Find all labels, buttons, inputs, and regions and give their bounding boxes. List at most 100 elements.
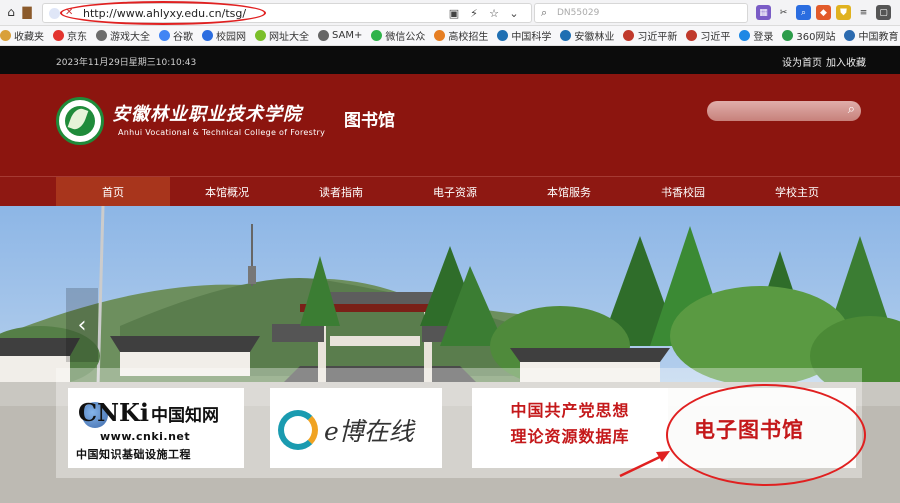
college-title-en: Anhui Vocational & Technical College of … — [118, 128, 326, 137]
bookmark-item[interactable]: 安徽林业 — [560, 28, 614, 43]
search-icon[interactable]: ⌕ — [848, 102, 855, 117]
bookmark-label: 中国教育 — [858, 32, 899, 43]
bookmark-item[interactable]: 360网站 — [782, 28, 835, 43]
search-icon: ⌕ — [541, 6, 548, 19]
bookmark-favicon-icon — [623, 30, 635, 41]
cnki-logo-latin: CNKi — [78, 398, 150, 427]
window-icon[interactable]: ▢ — [876, 5, 891, 20]
bookmark-item[interactable]: 校园网 — [202, 28, 246, 43]
main-nav: 首页 本馆概况 读者指南 电子资源 本馆服务 书香校园 学校主页 — [0, 176, 900, 207]
bookmark-favicon-icon — [686, 30, 698, 41]
security-icon[interactable]: ✕ — [65, 7, 73, 18]
bookmark-label: 收藏夹 — [14, 32, 44, 43]
bookmarks-bar: 收藏夹 京东 游戏大全 谷歌 校园网 网址大全 SAM+ 微信公众 高校招生 中国科学 安徽林业 习近… — [0, 26, 900, 46]
scissors-icon[interactable]: ✂ — [776, 5, 791, 20]
home-icon[interactable]: ⌂ — [4, 5, 18, 19]
bookmark-favicon-icon — [202, 30, 213, 41]
bookmark-label: SAM+ — [332, 30, 363, 41]
bag-icon[interactable]: ▇ — [20, 5, 34, 19]
college-title-cn: 安徽林业职业技术学院 — [112, 104, 302, 125]
resource-links: CNKi 中国知网 www.cnki.net 中国知识基础设施工程 e博在线 中… — [56, 368, 862, 478]
magnifier-icon[interactable]: ⌕ — [796, 5, 811, 20]
bookmark-label: 微信公众 — [385, 32, 426, 43]
bookmark-label: 习近平新 — [637, 32, 678, 43]
nav-item[interactable]: 电子资源 — [398, 177, 512, 207]
bookmark-favicon-icon — [782, 30, 794, 41]
bookmark-label: 谷歌 — [173, 32, 193, 43]
extension-icon[interactable]: ▦ — [756, 5, 771, 20]
chevron-down-icon[interactable]: ⌄ — [504, 3, 524, 23]
bookmark-item[interactable]: 登录 — [739, 28, 773, 43]
site-top-strip: 2023年11月29日星期三10:10:43 设为首页 加入收藏 — [0, 46, 900, 74]
bookmark-item[interactable]: 习近平 — [686, 28, 730, 43]
banner-prev-arrow[interactable]: ‹ — [66, 288, 98, 362]
nav-item[interactable]: 首页 — [56, 177, 170, 207]
college-logo-icon[interactable] — [56, 97, 104, 145]
bookmark-favicon-icon — [159, 30, 170, 41]
bookmark-favicon-icon — [96, 30, 107, 41]
ebo-logo-text: e博在线 — [324, 417, 414, 446]
current-datetime: 2023年11月29日星期三10:10:43 — [56, 58, 197, 68]
url-text[interactable]: http://www.ahlyxy.edu.cn/tsg/ — [83, 7, 246, 20]
browser-search[interactable]: ⌕ DN55029 — [534, 3, 748, 23]
cnki-logo-cn: 中国知网 — [151, 406, 220, 426]
bookmark-label: 安徽林业 — [574, 32, 615, 43]
bookmark-item[interactable]: 习近平新 — [623, 28, 677, 43]
set-home-link[interactable]: 设为首页 — [782, 54, 822, 69]
bookmark-favicon-icon — [371, 30, 383, 41]
bookmark-label: 登录 — [753, 32, 774, 43]
bookmark-favicon-icon — [255, 30, 266, 41]
bookmark-item[interactable]: 收藏夹 — [0, 28, 44, 43]
game-icon[interactable]: ◆ — [816, 5, 831, 20]
browser-toolbar: ⌂ ▇ ✕ http://www.ahlyxy.edu.cn/tsg/ ▣ ⚡ … — [0, 0, 900, 26]
menu-icon[interactable]: ≡ — [856, 5, 871, 20]
bookmark-label: 中国科学 — [511, 32, 552, 43]
cnki-url: www.cnki.net — [100, 430, 191, 443]
nav-item[interactable]: 读者指南 — [284, 177, 398, 207]
site-search-input[interactable]: ⌕ — [707, 101, 861, 121]
party-theory-card[interactable]: 中国共产党思想 理论资源数据库 — [472, 388, 668, 468]
bookmark-favicon-icon — [434, 30, 446, 41]
ebo-card[interactable]: e博在线 — [270, 388, 442, 468]
bookmark-item[interactable]: 谷歌 — [159, 28, 193, 43]
bookmark-favicon-icon — [739, 30, 751, 41]
screenshot-icon[interactable]: ▣ — [444, 3, 464, 23]
bookmark-label: 高校招生 — [448, 32, 489, 43]
lightning-icon[interactable]: ⚡ — [464, 3, 484, 23]
bookmark-item[interactable]: 中国科学 — [497, 28, 551, 43]
nav-item[interactable]: 书香校园 — [626, 177, 740, 207]
ebook-library-label: 电子图书馆 — [694, 417, 804, 442]
cnki-card[interactable]: CNKi 中国知网 www.cnki.net 中国知识基础设施工程 — [68, 388, 244, 468]
bookmark-item[interactable]: 京东 — [53, 28, 87, 43]
more-icon[interactable]: ⋯ — [896, 5, 900, 20]
bookmark-item[interactable]: 中国教育 — [844, 28, 898, 43]
site-header: 安徽林业职业技术学院 Anhui Vocational & Technical … — [0, 74, 900, 176]
cnki-subtitle: 中国知识基础设施工程 — [76, 448, 191, 461]
library-title: 图书馆 — [344, 111, 395, 131]
party-line-1: 中国共产党思想 — [510, 401, 630, 420]
bookmark-item[interactable]: 高校招生 — [434, 28, 488, 43]
bookmark-favicon-icon — [560, 30, 572, 41]
nav-item[interactable]: 本馆概况 — [170, 177, 284, 207]
bookmark-label: 校园网 — [216, 32, 246, 43]
search-placeholder: DN55029 — [557, 8, 600, 18]
nav-item[interactable]: 本馆服务 — [512, 177, 626, 207]
add-favorite-link[interactable]: 加入收藏 — [826, 54, 866, 69]
bookmark-label: 京东 — [67, 32, 87, 43]
ebo-swirl-icon — [278, 410, 318, 450]
bookmark-label: 360网站 — [796, 32, 836, 43]
favicon-icon — [49, 8, 60, 19]
bookmark-label: 习近平 — [700, 32, 731, 43]
ebook-library-card[interactable]: 电子图书馆 — [668, 388, 856, 468]
bookmark-label: 网址大全 — [269, 32, 309, 43]
bookmark-favicon-icon — [318, 30, 329, 41]
bookmark-label: 游戏大全 — [110, 32, 150, 43]
bookmark-item[interactable]: SAM+ — [318, 30, 362, 41]
shield-icon[interactable]: ⛊ — [836, 5, 851, 20]
bookmark-item[interactable]: 网址大全 — [255, 28, 309, 43]
bookmark-item[interactable]: 游戏大全 — [96, 28, 150, 43]
bookmark-favicon-icon — [497, 30, 509, 41]
star-icon[interactable]: ☆ — [484, 3, 504, 23]
bookmark-item[interactable]: 微信公众 — [371, 28, 425, 43]
nav-item[interactable]: 学校主页 — [740, 177, 854, 207]
